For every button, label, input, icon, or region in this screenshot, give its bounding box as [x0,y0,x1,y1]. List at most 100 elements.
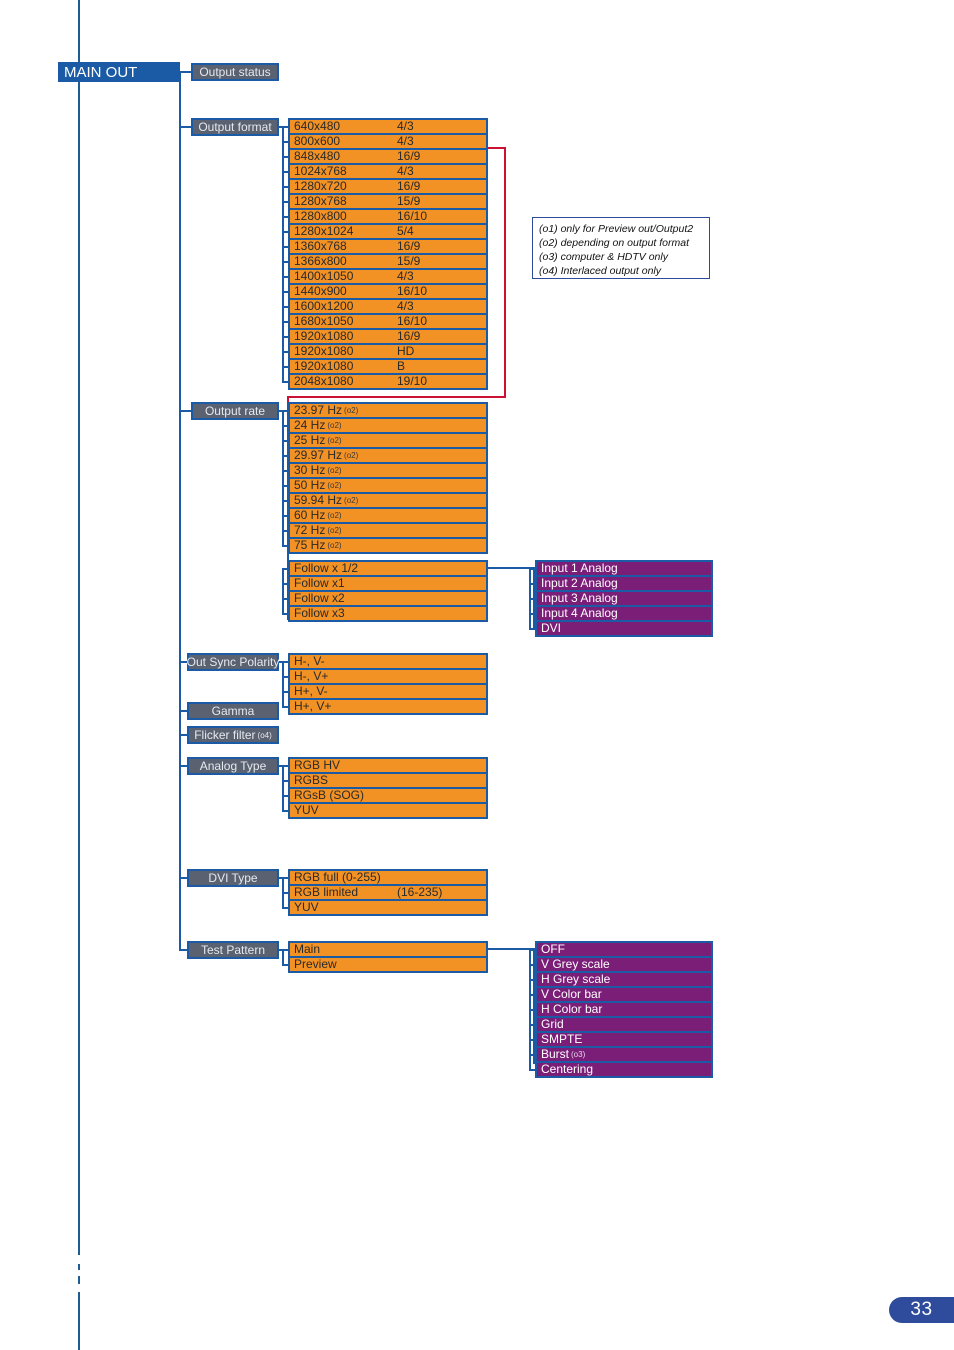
flicker-filter-label: Flicker filter [194,728,256,742]
output-format-row[interactable]: 1400x1050 4/3 [290,270,486,283]
output-rate-row[interactable]: 60 Hz (o2) [290,509,486,522]
analog-type-row[interactable]: RGBS [290,774,486,787]
follow-row[interactable]: Follow x1 [290,577,486,590]
list-output-format[interactable]: 640x480 4/3 800x600 4/3 848x480 16/9 1024x768 4… [288,118,488,390]
test-pattern-row[interactable]: OFF [537,943,711,956]
output-format-row[interactable]: 1024x768 4/3 [290,165,486,178]
test-pattern-row[interactable]: H Grey scale [537,973,711,986]
dvi-type-row[interactable]: YUV [290,901,486,914]
list-spine [529,568,531,628]
output-rate-row-label: 59.94 Hz [294,493,343,507]
test-pattern-row[interactable]: Centering [537,1063,711,1076]
output-rate-row[interactable]: 29.97 Hz (o2) [290,449,486,462]
test-pattern-row-label: Centering [541,1062,594,1076]
category-gamma[interactable]: Gamma [187,702,279,720]
output-rate-row-label: 23.97 Hz [294,403,343,417]
output-format-row-label: 640x480 [294,119,341,133]
output-rate-row[interactable]: 75 Hz (o2) [290,539,486,552]
follow-source-row[interactable]: Input 2 Analog [537,577,711,590]
output-format-row[interactable]: 1440x900 16/10 [290,285,486,298]
category-output-status[interactable]: Output status [191,63,279,81]
output-format-row[interactable]: 848x480 16/9 [290,150,486,163]
output-format-row-label: 800x600 [294,134,341,148]
row-connector [282,907,288,909]
follow-source-row[interactable]: Input 3 Analog [537,592,711,605]
output-format-row[interactable]: 1280x1024 5/4 [290,225,486,238]
analog-type-row[interactable]: RGB HV [290,759,486,772]
follow-source-row[interactable]: DVI [537,622,711,635]
sync-polarity-row[interactable]: H+, V- [290,685,486,698]
category-output-rate[interactable]: Output rate [191,402,279,420]
output-format-row[interactable]: 1280x768 15/9 [290,195,486,208]
dvi-type-row[interactable]: RGB limited (16-235) [290,886,486,899]
analog-type-row[interactable]: RGsB (SOG) [290,789,486,802]
output-format-row[interactable]: 1360x768 16/9 [290,240,486,253]
output-rate-row-label: 29.97 Hz [294,448,343,462]
output-format-row[interactable]: 1600x1200 4/3 [290,300,486,313]
follow-row[interactable]: Follow x2 [290,592,486,605]
test-pattern-row[interactable]: H Color bar [537,1003,711,1016]
output-format-row[interactable]: 1366x800 15/9 [290,255,486,268]
category-test-pattern[interactable]: Test Pattern [187,941,279,959]
test-target-row[interactable]: Main [290,943,486,956]
output-format-row[interactable]: 1680x1050 16/10 [290,315,486,328]
page-margin-rule [78,0,80,1255]
list-out-sync-polarity[interactable]: H-, V- H-, V+ H+, V- H+, V+ [288,653,488,715]
test-pattern-row[interactable]: V Grey scale [537,958,711,971]
test-pattern-row[interactable]: Burst (o3) [537,1048,711,1061]
output-rate-row[interactable]: 24 Hz (o2) [290,419,486,432]
output-format-row[interactable]: 1920x1080 HD [290,345,486,358]
list-follow-rate[interactable]: Follow x 1/2 Follow x1 Follow x2 Follow x3 [288,560,488,622]
list-follow-sources[interactable]: Input 1 Analog Input 2 Analog Input 3 Anal… [535,560,713,637]
analog-type-row[interactable]: YUV [290,804,486,817]
list-dvi-type[interactable]: RGB full (0-255) RGB limited (16-235) YUV [288,869,488,916]
output-format-row[interactable]: 800x600 4/3 [290,135,486,148]
category-analog-type[interactable]: Analog Type [187,757,279,775]
connector-to-analog-type [179,765,187,767]
list-output-rate[interactable]: 23.97 Hz (o2) 24 Hz (o2) 25 Hz (o2) 29.97 Hz (o… [288,402,488,554]
output-format-row-secondary: 4/3 [397,119,414,133]
output-format-row[interactable]: 1280x800 16/10 [290,210,486,223]
output-format-row[interactable]: 2048x1080 19/10 [290,375,486,388]
output-rate-row[interactable]: 72 Hz (o2) [290,524,486,537]
list-spine [529,949,531,1069]
output-rate-row[interactable]: 59.94 Hz (o2) [290,494,486,507]
follow-source-row[interactable]: Input 4 Analog [537,607,711,620]
category-out-sync-polarity[interactable]: Out Sync Polarity [187,653,279,671]
output-format-row[interactable]: 1280x720 16/9 [290,180,486,193]
output-rate-row-label: 25 Hz [294,433,326,447]
follow-source-row[interactable]: Input 1 Analog [537,562,711,575]
follow-row[interactable]: Follow x3 [290,607,486,620]
analog-type-row-label: RGBS [294,773,329,787]
output-rate-row[interactable]: 25 Hz (o2) [290,434,486,447]
dvi-type-row[interactable]: RGB full (0-255) [290,871,486,884]
output-rate-row[interactable]: 50 Hz (o2) [290,479,486,492]
test-target-row[interactable]: Preview [290,958,486,971]
list-test-patterns[interactable]: OFF V Grey scale H Grey scale V Color bar H … [535,941,713,1078]
sync-polarity-row[interactable]: H-, V+ [290,670,486,683]
output-format-row[interactable]: 640x480 4/3 [290,120,486,133]
output-format-row[interactable]: 1920x1080 16/9 [290,330,486,343]
test-pattern-row[interactable]: V Color bar [537,988,711,1001]
output-rate-row[interactable]: 30 Hz (o2) [290,464,486,477]
category-dvi-type[interactable]: DVI Type [187,869,279,887]
dvi-type-row-label: RGB full (0-255) [294,870,381,884]
list-test-pattern-targets[interactable]: Main Preview [288,941,488,973]
output-format-row[interactable]: 1920x1080 B [290,360,486,373]
test-pattern-row-label: Burst [541,1047,570,1061]
follow-row[interactable]: Follow x 1/2 [290,562,486,575]
output-rate-row[interactable]: 23.97 Hz (o2) [290,404,486,417]
list-analog-type[interactable]: RGB HV RGBS RGsB (SOG) YUV [288,757,488,819]
root-node-main-out[interactable]: MAIN OUT [58,62,180,82]
output-format-row-label: 1366x800 [294,254,347,268]
category-output-format[interactable]: Output format [191,118,279,136]
sync-polarity-row[interactable]: H-, V- [290,655,486,668]
connector-to-flicker-filter [179,734,187,736]
category-flicker-filter[interactable]: Flicker filter (o4) [187,726,279,744]
output-format-row-label: 1024x768 [294,164,347,178]
sync-polarity-row[interactable]: H+, V+ [290,700,486,713]
test-pattern-row[interactable]: Grid [537,1018,711,1031]
output-format-row-secondary: 16/10 [397,284,428,298]
test-pattern-row[interactable]: SMPTE [537,1033,711,1046]
legend-notes-box: (o1) only for Preview out/Output2 (o2) de… [532,217,710,279]
